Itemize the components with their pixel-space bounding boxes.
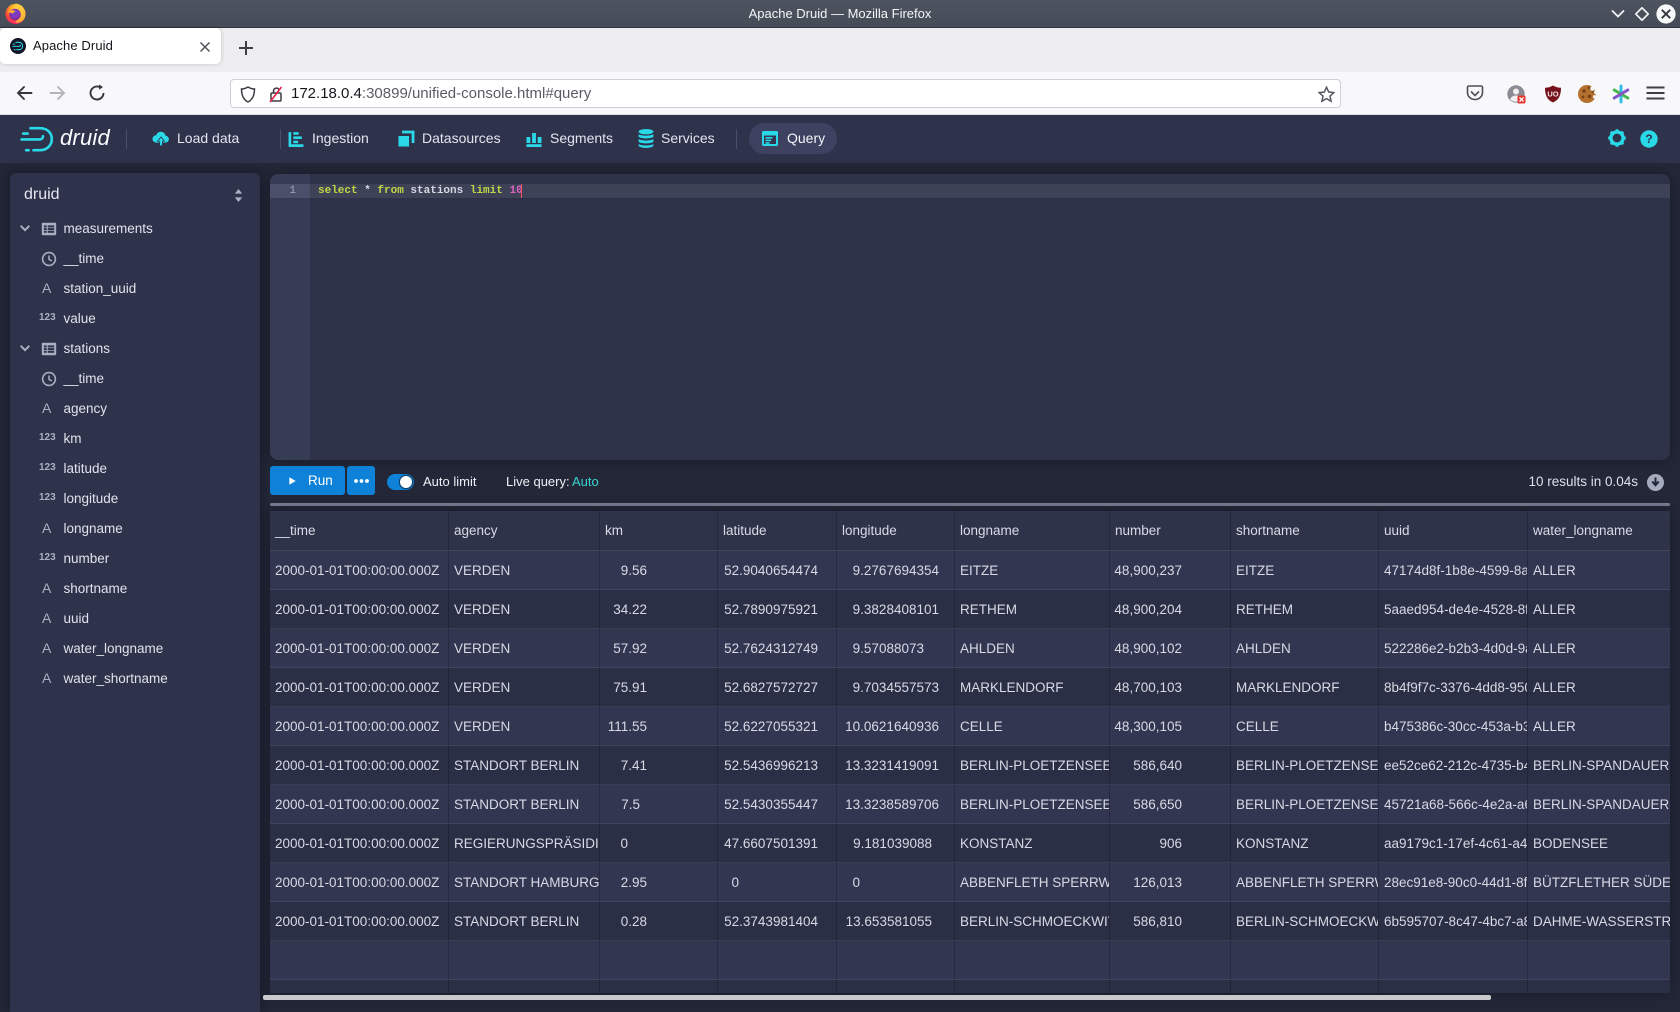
svg-text:UO: UO: [1547, 90, 1558, 99]
svg-text:?: ?: [1645, 132, 1652, 146]
